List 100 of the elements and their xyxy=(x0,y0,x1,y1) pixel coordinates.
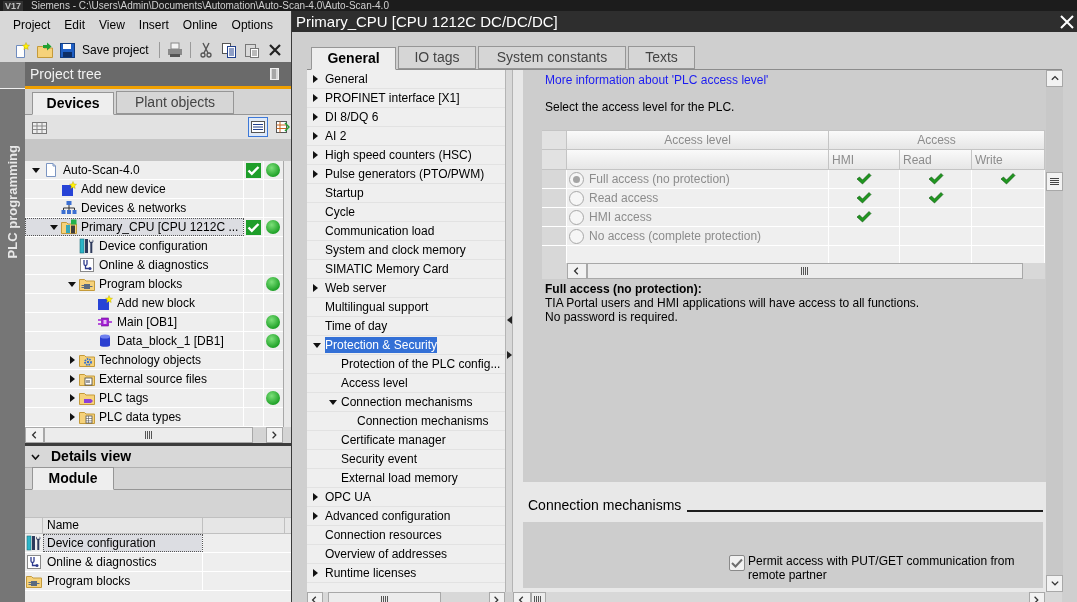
nav-item[interactable]: OPC UA xyxy=(325,489,371,505)
scrollbar-track[interactable] xyxy=(283,161,291,427)
tab[interactable]: Module xyxy=(32,467,114,490)
caret-right-icon[interactable] xyxy=(69,375,75,383)
table-view-icon[interactable] xyxy=(274,119,290,135)
caret-right-icon[interactable] xyxy=(313,151,318,159)
scroll-down-button[interactable] xyxy=(1046,575,1063,592)
nav-item[interactable]: Advanced configuration xyxy=(325,508,451,524)
portal-label[interactable]: PLC programming xyxy=(4,145,21,259)
caret-down-icon[interactable] xyxy=(50,224,58,230)
nav-item[interactable]: DI 8/DQ 6 xyxy=(325,109,379,125)
nav-item[interactable]: Cycle xyxy=(325,204,355,220)
list-view-icon[interactable] xyxy=(248,117,268,137)
nav-item[interactable]: General xyxy=(325,71,368,87)
nav-item[interactable]: Security event xyxy=(341,451,418,467)
help-link[interactable]: More information about 'PLC access level' xyxy=(542,73,769,87)
caret-right-icon[interactable] xyxy=(69,413,75,421)
cut-icon[interactable] xyxy=(197,42,214,58)
tree-item[interactable]: Auto-Scan-4.0 xyxy=(25,161,244,179)
scroll-up-button[interactable] xyxy=(1046,70,1063,87)
nav-item[interactable]: Access level xyxy=(341,375,408,391)
caret-down-icon[interactable] xyxy=(32,167,40,173)
nav-item[interactable]: SIMATIC Memory Card xyxy=(325,261,449,277)
nav-item[interactable]: Connection mechanisms xyxy=(357,413,489,429)
tree-item[interactable]: Program blocks xyxy=(25,275,244,293)
nav-item[interactable]: High speed counters (HSC) xyxy=(325,147,472,163)
tree-item[interactable]: PLC tags xyxy=(25,389,244,407)
tree-item[interactable]: Online & diagnostics xyxy=(25,256,244,274)
column-header[interactable]: Name xyxy=(43,518,203,533)
caret-right-icon[interactable] xyxy=(313,94,318,102)
caret-right-icon[interactable] xyxy=(313,512,318,520)
caret-right-icon[interactable] xyxy=(313,284,318,292)
tree-item[interactable]: Data_block_1 [DB1] xyxy=(25,332,244,350)
save-project-button[interactable]: Save project xyxy=(60,40,149,60)
nav-item[interactable]: Certificate manager xyxy=(341,432,446,448)
paste-icon[interactable] xyxy=(243,42,260,58)
nav-item[interactable]: Runtime licenses xyxy=(325,565,417,581)
menu-item[interactable]: Online xyxy=(182,15,218,34)
close-icon[interactable] xyxy=(1060,14,1074,29)
new-document-icon[interactable] xyxy=(14,42,30,58)
print-icon[interactable] xyxy=(166,42,183,58)
nav-item[interactable]: Startup xyxy=(325,185,364,201)
tab[interactable]: Devices xyxy=(32,92,114,115)
nav-item[interactable]: Time of day xyxy=(325,318,388,334)
nav-item[interactable]: Protection & Security xyxy=(325,337,438,353)
scrollbar-thumb[interactable] xyxy=(1046,172,1063,191)
caret-right-icon[interactable] xyxy=(313,569,318,577)
tree-item[interactable]: Add new block xyxy=(25,294,244,312)
tab[interactable]: System constants xyxy=(478,46,626,69)
nav-item[interactable]: System and clock memory xyxy=(325,242,466,258)
scrollbar-thumb[interactable] xyxy=(587,263,1023,279)
caret-right-icon[interactable] xyxy=(313,113,318,121)
tree-item[interactable]: Add new device xyxy=(25,180,244,198)
list-item[interactable]: Online & diagnostics xyxy=(43,553,203,571)
caret-down-icon[interactable] xyxy=(68,281,76,287)
tree-item[interactable]: Technology objects xyxy=(25,351,244,369)
nav-item[interactable]: Overview of addresses xyxy=(325,546,448,562)
tab[interactable]: Texts xyxy=(628,46,695,69)
tree-item[interactable]: Main [OB1] xyxy=(25,313,244,331)
nav-item[interactable]: Connection mechanisms xyxy=(341,394,473,410)
menu-item[interactable]: Project xyxy=(13,15,51,34)
list-item[interactable]: Device configuration xyxy=(43,534,203,552)
caret-down-icon[interactable] xyxy=(329,399,337,405)
caret-right-icon[interactable] xyxy=(313,132,318,140)
caret-right-icon[interactable] xyxy=(313,75,318,83)
caret-right-icon[interactable] xyxy=(313,170,318,178)
menu-item[interactable]: Edit xyxy=(64,15,86,34)
scroll-right-button[interactable] xyxy=(266,427,283,443)
delete-icon[interactable] xyxy=(266,42,283,58)
chevron-down-icon[interactable] xyxy=(31,453,40,460)
checkbox[interactable] xyxy=(729,555,745,571)
tree-item[interactable]: PLC data types xyxy=(25,408,244,426)
tree-item[interactable]: Devices & networks xyxy=(25,199,244,217)
nav-item[interactable]: PROFINET interface [X1] xyxy=(325,90,460,106)
menu-item[interactable]: Options xyxy=(231,15,273,34)
menu-item[interactable]: Insert xyxy=(138,15,169,34)
menu-item[interactable]: View xyxy=(99,15,125,34)
grid-icon[interactable] xyxy=(32,120,48,134)
scroll-left-button[interactable] xyxy=(567,263,587,279)
nav-item[interactable]: External load memory xyxy=(341,470,458,486)
tree-item[interactable]: External source files xyxy=(25,370,244,388)
caret-right-icon[interactable] xyxy=(69,394,75,402)
tab[interactable]: Plant objects xyxy=(116,91,234,114)
scroll-left-button[interactable] xyxy=(25,427,44,443)
nav-item[interactable]: Protection of the PLC config... xyxy=(341,356,501,372)
nav-item[interactable]: Communication load xyxy=(325,223,435,239)
tab[interactable]: General xyxy=(311,47,396,70)
caret-right-icon[interactable] xyxy=(313,493,318,501)
nav-item[interactable]: Web server xyxy=(325,280,387,296)
tree-item[interactable]: Primary_CPU [CPU 1212C ... xyxy=(25,218,244,236)
tab[interactable]: IO tags xyxy=(398,46,476,69)
tree-item[interactable]: Device configuration xyxy=(25,237,244,255)
list-item[interactable]: Program blocks xyxy=(43,572,203,590)
nav-item[interactable]: Multilingual support xyxy=(325,299,429,315)
nav-item[interactable]: AI 2 xyxy=(325,128,347,144)
copy-icon[interactable] xyxy=(220,42,237,58)
caret-right-icon[interactable] xyxy=(69,356,75,364)
caret-down-icon[interactable] xyxy=(313,342,321,348)
nav-item[interactable]: Pulse generators (PTO/PWM) xyxy=(325,166,485,182)
scrollbar-thumb[interactable] xyxy=(44,427,253,443)
